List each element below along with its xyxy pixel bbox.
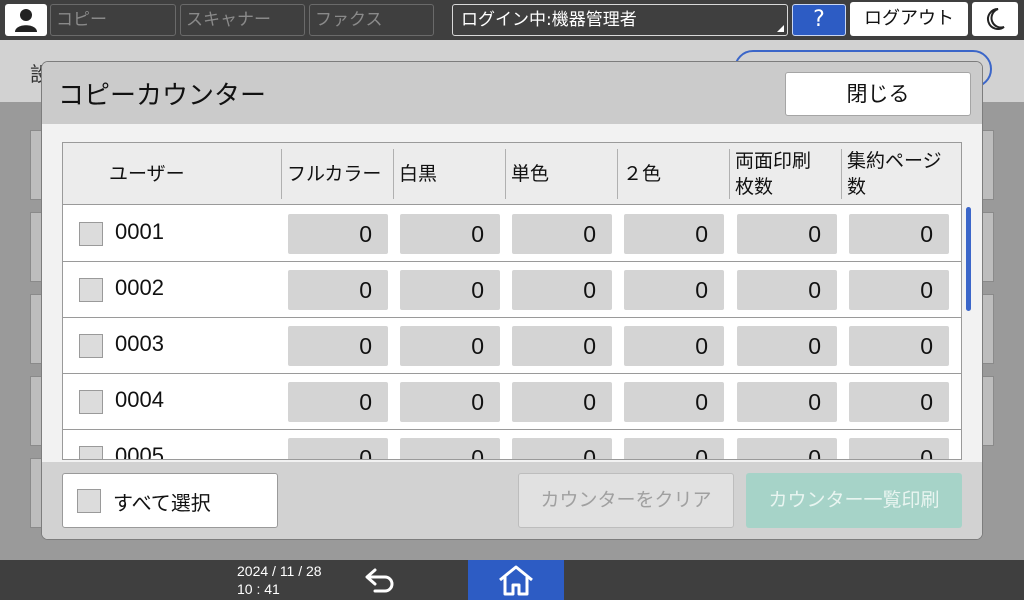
login-status-dropdown[interactable]: ログイン中:機器管理者	[452, 4, 788, 36]
table-row[interactable]: 0004 0 0 0 0 0 0	[63, 374, 961, 430]
duplex-sheets-count: 0	[737, 214, 837, 254]
user-icon	[15, 9, 37, 32]
select-all-button[interactable]: すべて選択	[62, 473, 278, 528]
full-color-count: 0	[288, 382, 388, 422]
home-icon	[499, 565, 533, 596]
column-header-duplex-sheets: 両面印刷 枚数	[735, 150, 812, 198]
single-color-count: 0	[512, 270, 612, 310]
user-id: 0005	[115, 443, 164, 460]
energy-saver-button[interactable]	[972, 2, 1018, 36]
dialog-title: コピーカウンター	[58, 81, 267, 111]
column-header-two-color: ２色	[623, 163, 662, 185]
help-button[interactable]: ?	[792, 4, 846, 36]
single-color-count: 0	[512, 326, 612, 366]
black-white-count: 0	[400, 438, 500, 459]
copy-counter-dialog: コピーカウンター 閉じる ユーザー フルカラー 白黒 単色 ２色 両面印刷 枚数…	[42, 62, 982, 539]
combine-pages-count: 0	[849, 270, 949, 310]
back-arrow-icon	[365, 568, 394, 593]
duplex-sheets-count: 0	[737, 326, 837, 366]
full-color-count: 0	[288, 326, 388, 366]
combine-pages-count: 0	[849, 438, 949, 459]
full-color-count: 0	[288, 270, 388, 310]
datetime: 2024 / 11 / 28 10 : 41	[237, 562, 322, 598]
black-white-count: 0	[400, 270, 500, 310]
logout-button[interactable]: ログアウト	[850, 2, 968, 36]
column-header-user: ユーザー	[109, 163, 185, 185]
single-color-count: 0	[512, 214, 612, 254]
full-color-count: 0	[288, 438, 388, 459]
combine-pages-count: 0	[849, 382, 949, 422]
tab-fax[interactable]: ファクス	[309, 4, 434, 36]
user-id: 0002	[115, 275, 164, 300]
clear-counter-button[interactable]: カウンターをクリア	[518, 473, 734, 528]
counter-table: ユーザー フルカラー 白黒 単色 ２色 両面印刷 枚数 集約ページ 数 0001…	[62, 142, 962, 460]
row-checkbox[interactable]	[79, 334, 103, 358]
black-white-count: 0	[400, 382, 500, 422]
row-checkbox[interactable]	[79, 446, 103, 459]
time-label: 10 : 41	[237, 581, 280, 597]
print-counter-list-button[interactable]: カウンター一覧印刷	[746, 473, 962, 528]
duplex-sheets-count: 0	[737, 270, 837, 310]
single-color-count: 0	[512, 438, 612, 459]
two-color-count: 0	[624, 326, 724, 366]
row-checkbox[interactable]	[79, 222, 103, 246]
back-button[interactable]	[360, 564, 402, 596]
black-white-count: 0	[400, 214, 500, 254]
row-checkbox[interactable]	[79, 278, 103, 302]
dropdown-triangle-icon	[777, 25, 784, 32]
two-color-count: 0	[624, 382, 724, 422]
table-row[interactable]: 0001 0 0 0 0 0 0	[63, 206, 961, 262]
dialog-footer: すべて選択 カウンターをクリア カウンター一覧印刷	[42, 462, 982, 539]
column-header-black-white: 白黒	[399, 163, 438, 185]
column-header-combine-pages: 集約ページ 数	[847, 150, 942, 198]
column-header-single-color: 単色	[511, 163, 550, 185]
table-header: ユーザー フルカラー 白黒 単色 ２色 両面印刷 枚数 集約ページ 数	[63, 143, 961, 205]
full-color-count: 0	[288, 214, 388, 254]
combine-pages-count: 0	[849, 214, 949, 254]
tab-copy[interactable]: コピー	[50, 4, 176, 36]
black-white-count: 0	[400, 326, 500, 366]
duplex-sheets-count: 0	[737, 438, 837, 459]
login-status-label: ログイン中:機器管理者	[461, 10, 637, 30]
two-color-count: 0	[624, 214, 724, 254]
duplex-sheets-count: 0	[737, 382, 837, 422]
combine-pages-count: 0	[849, 326, 949, 366]
moon-icon	[987, 8, 1005, 30]
table-row[interactable]: 0002 0 0 0 0 0 0	[63, 262, 961, 318]
select-all-label: すべて選択	[113, 491, 211, 515]
select-all-checkbox	[77, 489, 101, 513]
user-id: 0001	[115, 219, 164, 244]
date-label: 2024 / 11 / 28	[237, 563, 322, 579]
user-button[interactable]	[5, 4, 47, 36]
table-row[interactable]: 0005 0 0 0 0 0 0	[63, 430, 961, 460]
home-button[interactable]	[468, 560, 564, 600]
top-bar: コピー スキャナー ファクス ログイン中:機器管理者 ? ログアウト	[0, 0, 1024, 40]
dialog-header: コピーカウンター 閉じる	[42, 62, 982, 124]
user-id: 0003	[115, 331, 164, 356]
single-color-count: 0	[512, 382, 612, 422]
two-color-count: 0	[624, 438, 724, 459]
two-color-count: 0	[624, 270, 724, 310]
tab-scanner[interactable]: スキャナー	[180, 4, 305, 36]
row-checkbox[interactable]	[79, 390, 103, 414]
bottom-bar: 2024 / 11 / 28 10 : 41	[0, 560, 1024, 600]
column-header-full-color: フルカラー	[287, 163, 382, 185]
scrollbar[interactable]	[966, 207, 971, 311]
close-button[interactable]: 閉じる	[785, 72, 971, 116]
user-id: 0004	[115, 387, 164, 412]
table-row[interactable]: 0003 0 0 0 0 0 0	[63, 318, 961, 374]
